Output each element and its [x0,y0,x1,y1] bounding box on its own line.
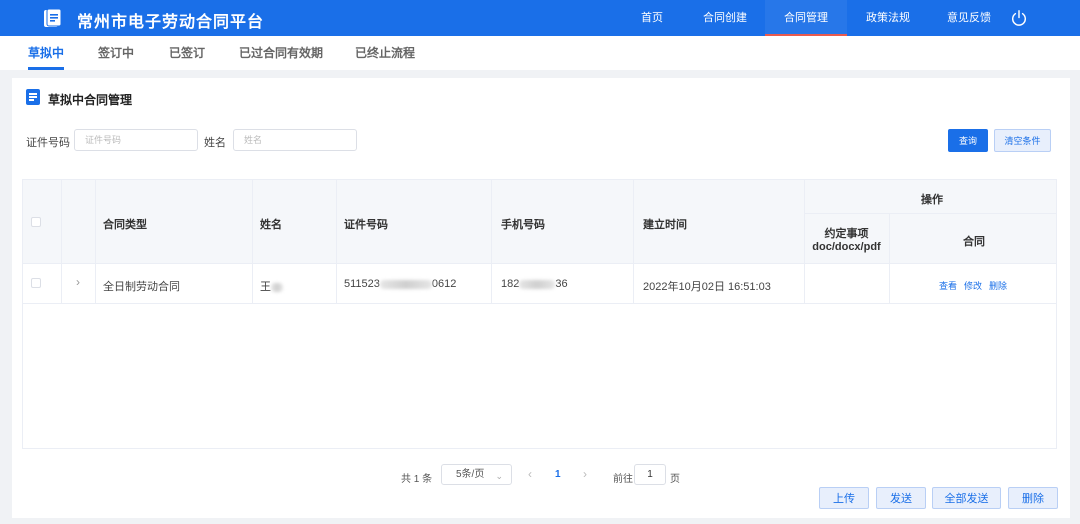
name-input[interactable] [233,129,357,151]
page-number-current[interactable]: 1 [555,469,561,480]
header-phone: 手机号码 [501,219,545,231]
goto-page-suffix: 页 [670,474,680,485]
prev-page-icon[interactable]: ‹ [528,467,532,481]
delete-selected-button[interactable]: 删除 [1008,487,1058,509]
panel-title: 草拟中合同管理 [48,93,133,107]
top-header: 常州市电子劳动合同平台 首页 合同创建 合同管理 政策法规 意见反馈 [0,0,1080,36]
delete-link[interactable]: 删除 [989,279,1007,292]
header-operations: 操作 [921,194,943,206]
header-contract: 合同 [963,236,985,248]
chevron-down-icon: ⌄ [495,471,503,481]
expand-chevron-icon[interactable]: › [76,275,80,289]
id-number-input[interactable] [74,129,198,151]
send-button[interactable]: 发送 [876,487,926,509]
contract-panel: 草拟中合同管理 证件号码 姓名 查询 清空条件 合同类型 姓名 证件号码 手机号… [12,78,1070,518]
tab-signing[interactable]: 签订中 [98,36,134,70]
table-row: › 全日制劳动合同 王 511523 0612 182 36 2022年10月02日… [23,264,1056,304]
cell-name: 王 [260,278,283,294]
header-agreement-formats: doc/docx/pdf [812,241,881,253]
nav-home[interactable]: 首页 [628,0,676,36]
power-icon[interactable] [1010,9,1028,27]
header-created-time: 建立时间 [643,219,687,231]
header-agreement: 约定事项 [824,228,869,240]
app-title: 常州市电子劳动合同平台 [77,14,265,31]
pagination-total: 共 1 条 [401,474,433,485]
header-name: 姓名 [260,219,282,231]
tab-signed[interactable]: 已签订 [169,36,205,70]
list-doc-icon [26,89,40,105]
query-button[interactable]: 查询 [948,129,988,152]
row-checkbox[interactable] [31,278,41,288]
select-all-checkbox[interactable] [31,217,41,227]
contract-table: 合同类型 姓名 证件号码 手机号码 建立时间 操作 约定事项 doc/docx/… [22,179,1057,449]
nav-contract-create[interactable]: 合同创建 [697,0,753,36]
edit-link[interactable]: 修改 [964,279,982,292]
view-link[interactable]: 查看 [939,279,957,292]
tab-terminated[interactable]: 已终止流程 [355,36,415,70]
cell-id-number: 511523 0612 [344,278,457,290]
nav-policy[interactable]: 政策法规 [860,0,916,36]
upload-button[interactable]: 上传 [819,487,869,509]
clear-conditions-button[interactable]: 清空条件 [994,129,1051,152]
document-logo-icon [44,8,62,27]
table-header: 合同类型 姓名 证件号码 手机号码 建立时间 操作 约定事项 doc/docx/… [23,180,1056,264]
status-tabs: 草拟中 签订中 已签订 已过合同有效期 已终止流程 [0,36,1080,70]
goto-label: 前往 [613,474,633,485]
tab-drafting[interactable]: 草拟中 [28,36,65,70]
nav-contract-manage[interactable]: 合同管理 [765,0,847,36]
header-id-number: 证件号码 [344,219,388,231]
cell-created-time: 2022年10月02日 16:51:03 [643,281,771,293]
cell-phone: 182 36 [501,278,568,290]
header-contract-type: 合同类型 [103,219,147,231]
cell-contract-type: 全日制劳动合同 [103,281,180,293]
send-all-button[interactable]: 全部发送 [932,487,1001,509]
page-size-select[interactable]: 5条/页 ⌄ [441,464,512,485]
goto-page-input[interactable] [634,464,666,485]
id-number-label: 证件号码 [26,137,70,149]
next-page-icon[interactable]: › [583,467,587,481]
name-label: 姓名 [204,137,226,149]
nav-feedback[interactable]: 意见反馈 [941,0,997,36]
tab-expired[interactable]: 已过合同有效期 [239,36,323,70]
